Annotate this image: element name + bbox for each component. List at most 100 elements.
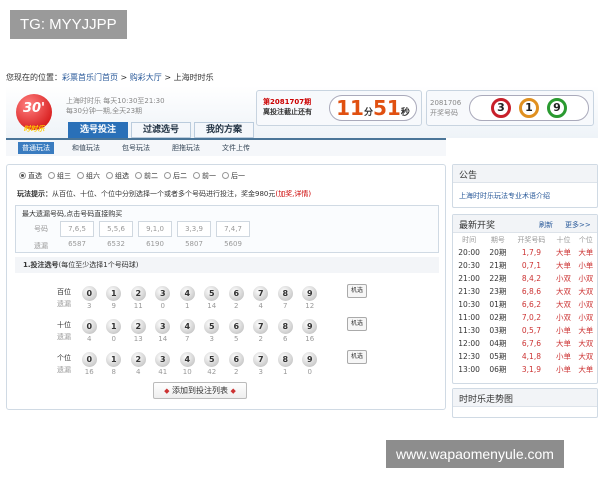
add-to-bet-list-button[interactable]: ◆ 添加到投注列表 ◆ bbox=[153, 382, 247, 399]
number-ball[interactable]: 2 bbox=[130, 286, 146, 301]
number-ball[interactable]: 8 bbox=[277, 286, 293, 301]
subnav-item[interactable]: 包号玩法 bbox=[118, 142, 154, 154]
draw-cell: 8,4,2 bbox=[521, 274, 541, 283]
hot-missing-panel: 最大遗漏号码,点击号码直接购买 号码 遗漏 7,6,5 6587 5,5,6 6532… bbox=[15, 205, 439, 253]
miss-count: 42 bbox=[207, 368, 217, 376]
number-ball[interactable]: 0 bbox=[81, 286, 97, 301]
number-ball[interactable]: 3 bbox=[155, 286, 171, 301]
subnav-item[interactable]: 胆拖玩法 bbox=[168, 142, 204, 154]
breadcrumb-home-link[interactable]: 彩票首乐门首页 bbox=[62, 73, 118, 82]
number-ball[interactable]: 3 bbox=[155, 352, 171, 367]
hot-code[interactable]: 7,6,5 6587 bbox=[60, 221, 94, 248]
play-type-radio[interactable]: 后一 bbox=[222, 171, 245, 181]
draw-cell: 11:00 bbox=[458, 313, 480, 322]
digit-cell: 3 14 bbox=[151, 319, 176, 343]
draw-ball: 9 bbox=[547, 98, 567, 118]
play-type-radio[interactable]: 前二 bbox=[135, 171, 158, 181]
random-pick-button[interactable]: 机选 bbox=[347, 350, 367, 364]
play-type-radio[interactable]: 组六 bbox=[77, 171, 100, 181]
draw-cell: 1,7,9 bbox=[521, 248, 541, 257]
draw-cell: 大双 bbox=[555, 287, 571, 296]
more-link[interactable]: 更多>> bbox=[565, 220, 591, 230]
tab-filter[interactable]: 过滤选号 bbox=[131, 122, 191, 138]
number-ball[interactable]: 9 bbox=[302, 286, 318, 301]
draw-cell: 小双 bbox=[578, 274, 594, 283]
hot-code-value[interactable]: 9,1,0 bbox=[138, 221, 172, 237]
number-ball[interactable]: 4 bbox=[179, 319, 195, 334]
play-type-radio[interactable]: 组选 bbox=[106, 171, 129, 181]
radio-icon[interactable] bbox=[106, 172, 113, 179]
number-ball[interactable]: 9 bbox=[302, 352, 318, 367]
tab-select-bet[interactable]: 选号投注 bbox=[68, 122, 128, 138]
refresh-link[interactable]: 刷新 bbox=[539, 220, 553, 230]
subnav-item[interactable]: 和值玩法 bbox=[68, 142, 104, 154]
play-type-radio[interactable]: 前一 bbox=[193, 171, 216, 181]
tab-my-plans[interactable]: 我的方案 bbox=[194, 122, 254, 138]
bonus-link[interactable]: (加奖,详情) bbox=[275, 190, 311, 198]
draw-cell: 3,1,9 bbox=[521, 365, 541, 374]
digit-cell: 03 bbox=[77, 286, 102, 310]
digit-cell: 9 16 bbox=[298, 319, 323, 343]
hot-code[interactable]: 7,4,7 5609 bbox=[216, 221, 250, 248]
number-ball[interactable]: 7 bbox=[253, 352, 269, 367]
notice-link[interactable]: 上海时时乐玩法专业术语介绍 bbox=[453, 183, 597, 209]
radio-icon[interactable] bbox=[77, 172, 84, 179]
number-ball[interactable]: 0 bbox=[81, 352, 97, 367]
number-ball[interactable]: 7 bbox=[253, 286, 269, 301]
hot-code[interactable]: 5,5,6 6532 bbox=[99, 221, 133, 248]
random-pick-button[interactable]: 机选 bbox=[347, 284, 367, 298]
radio-icon[interactable] bbox=[48, 172, 55, 179]
game-intro: 上海时时乐 每天10:30至21:30 每30分钟一期,全天23期 bbox=[66, 97, 165, 115]
number-ball[interactable]: 6 bbox=[228, 319, 244, 334]
hot-code[interactable]: 3,3,9 5807 bbox=[177, 221, 211, 248]
draw-cell: 大单 bbox=[555, 339, 571, 348]
draw-row: 21:00 22期 8,4,2 小双 小双 bbox=[453, 272, 597, 285]
position-label: 个位 遗漏 bbox=[57, 352, 77, 376]
hot-code-value[interactable]: 7,4,7 bbox=[216, 221, 250, 237]
play-type-radio[interactable]: 后二 bbox=[164, 171, 187, 181]
subnav-item[interactable]: 普通玩法 bbox=[18, 142, 54, 154]
draw-cell: 20:30 bbox=[458, 261, 480, 270]
draw-cell: 12:30 bbox=[458, 352, 480, 361]
play-type-label: 后一 bbox=[231, 172, 245, 180]
hot-code[interactable]: 9,1,0 6190 bbox=[138, 221, 172, 248]
radio-icon[interactable] bbox=[19, 172, 26, 179]
subnav-item[interactable]: 文件上传 bbox=[218, 142, 254, 154]
miss-count: 7 bbox=[185, 335, 190, 343]
number-ball[interactable]: 5 bbox=[204, 319, 220, 334]
number-ball[interactable]: 4 bbox=[179, 286, 195, 301]
draw-cell: 06期 bbox=[489, 365, 507, 374]
column-header: 十位 bbox=[556, 235, 571, 244]
number-ball[interactable]: 1 bbox=[106, 286, 122, 301]
hot-code-value[interactable]: 5,5,6 bbox=[99, 221, 133, 237]
miss-count: 0 bbox=[160, 302, 165, 310]
number-ball[interactable]: 5 bbox=[204, 352, 220, 367]
number-ball[interactable]: 6 bbox=[228, 286, 244, 301]
number-ball[interactable]: 1 bbox=[106, 319, 122, 334]
number-ball[interactable]: 2 bbox=[130, 352, 146, 367]
countdown-timer: 11分51秒 bbox=[329, 95, 417, 121]
number-ball[interactable]: 6 bbox=[228, 352, 244, 367]
play-type-radio[interactable]: 直选 bbox=[19, 171, 42, 181]
number-ball[interactable]: 8 bbox=[277, 352, 293, 367]
hot-code-value[interactable]: 7,6,5 bbox=[60, 221, 94, 237]
number-ball[interactable]: 0 bbox=[81, 319, 97, 334]
radio-icon[interactable] bbox=[222, 172, 229, 179]
number-ball[interactable]: 8 bbox=[277, 319, 293, 334]
radio-icon[interactable] bbox=[193, 172, 200, 179]
number-ball[interactable]: 7 bbox=[253, 319, 269, 334]
radio-icon[interactable] bbox=[164, 172, 171, 179]
breadcrumb-hall-link[interactable]: 购彩大厅 bbox=[130, 73, 162, 82]
number-ball[interactable]: 4 bbox=[179, 352, 195, 367]
number-ball[interactable]: 5 bbox=[204, 286, 220, 301]
number-ball[interactable]: 1 bbox=[106, 352, 122, 367]
hot-code-value[interactable]: 3,3,9 bbox=[177, 221, 211, 237]
radio-icon[interactable] bbox=[135, 172, 142, 179]
number-ball[interactable]: 3 bbox=[155, 319, 171, 334]
play-type-radio[interactable]: 组三 bbox=[48, 171, 71, 181]
number-ball[interactable]: 9 bbox=[302, 319, 318, 334]
number-ball[interactable]: 2 bbox=[130, 319, 146, 334]
random-pick-button[interactable]: 机选 bbox=[347, 317, 367, 331]
digit-cell: 9 12 bbox=[298, 286, 323, 310]
digit-cell: 86 bbox=[273, 319, 298, 343]
